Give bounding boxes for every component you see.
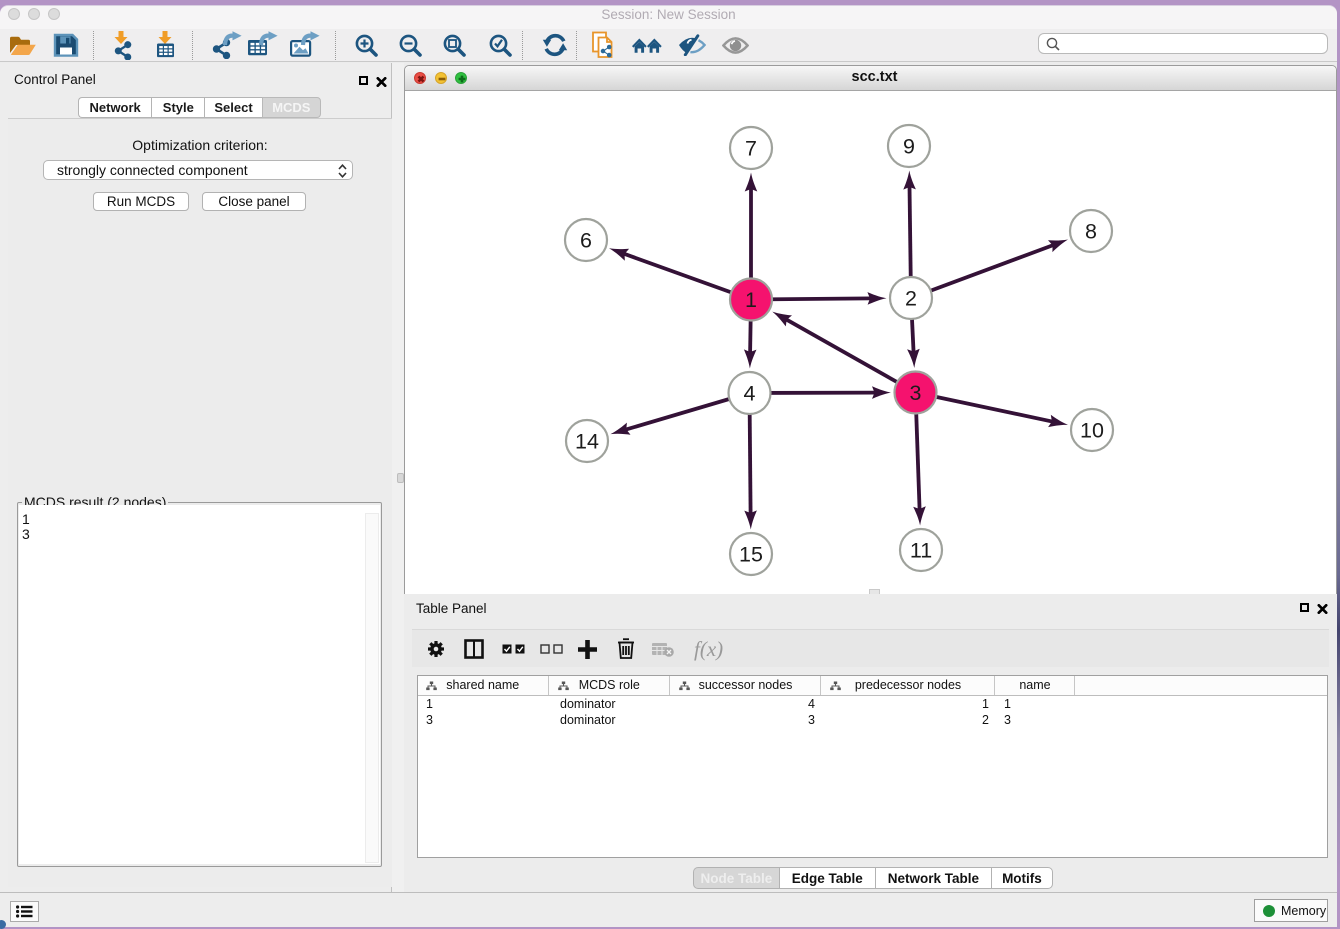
svg-text:8: 8	[1085, 220, 1097, 244]
svg-text:7: 7	[745, 137, 757, 161]
svg-text:14: 14	[575, 430, 599, 454]
svg-text:4: 4	[744, 382, 756, 406]
svg-text:15: 15	[739, 543, 763, 567]
svg-text:6: 6	[580, 229, 592, 253]
svg-text:10: 10	[1080, 419, 1104, 443]
svg-text:1: 1	[745, 288, 757, 312]
svg-text:9: 9	[903, 135, 915, 159]
svg-text:2: 2	[905, 287, 917, 311]
svg-text:11: 11	[910, 539, 932, 563]
svg-text:3: 3	[910, 381, 922, 405]
